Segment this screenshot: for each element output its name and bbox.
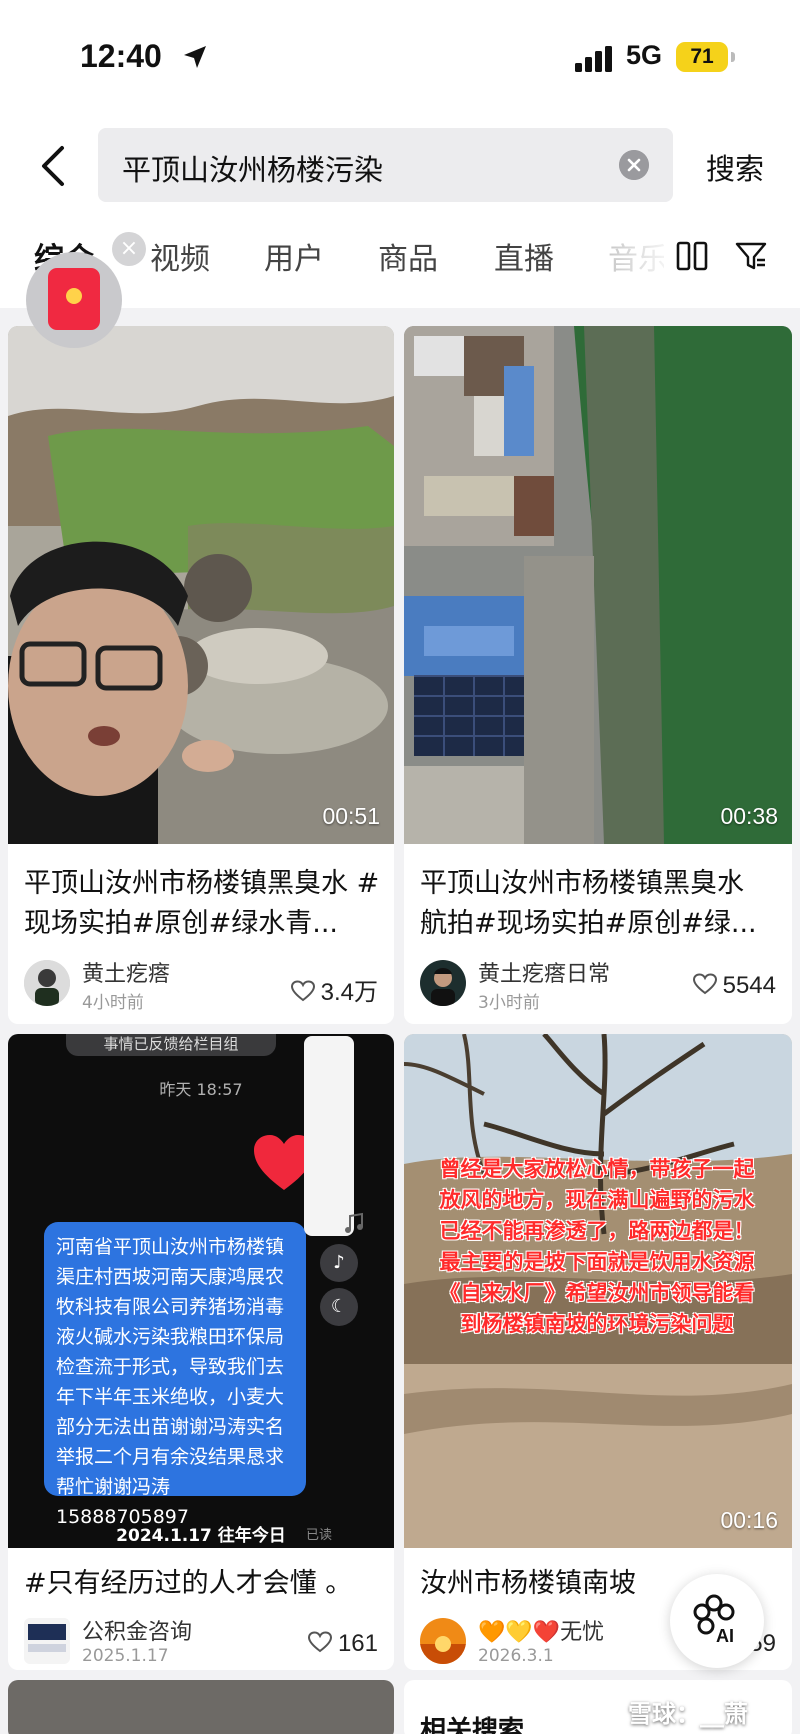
- side-panel: [304, 1036, 354, 1236]
- post-time: 3小时前: [478, 993, 540, 1013]
- tab-live[interactable]: 直播: [494, 234, 554, 278]
- video-thumbnail[interactable]: 00:38: [404, 326, 792, 844]
- chat-notice: 事情已反馈给栏目组: [66, 1034, 276, 1056]
- chat-footer: 2024.1.17 往年今日: [116, 1526, 286, 1546]
- post-time: 4小时前: [82, 993, 144, 1013]
- author-name[interactable]: 公积金咨询: [82, 1614, 192, 1646]
- like-count[interactable]: 5544: [692, 972, 776, 1000]
- heart-icon[interactable]: [692, 973, 717, 995]
- read-status: 已读: [305, 1528, 332, 1543]
- like-count-value: 5544: [722, 972, 776, 999]
- overlay-caption: 曾经是大家放松心情，带孩子一起放风的地方，现在满山遍野的污水已经不能再渗透了，路…: [439, 1157, 755, 1336]
- video-card[interactable]: 00:51 平顶山汝州市杨楼镇黑臭水 #现场实拍#原创#绿水青... 黄土疙瘩 …: [8, 326, 394, 1024]
- avatar[interactable]: [24, 960, 70, 1006]
- heart-icon[interactable]: [290, 980, 315, 1002]
- avatar[interactable]: [420, 1618, 466, 1664]
- image-thumbnail[interactable]: 事情已反馈给栏目组 昨天 18:57 河南省平顶山汝州市杨楼镇渠庄村西坡河南天康…: [8, 1034, 394, 1548]
- bell-icon: ♪: [320, 1244, 358, 1282]
- location-arrow-icon: [184, 46, 206, 68]
- red-packet-button[interactable]: [26, 252, 122, 348]
- watermark: 雪球：__萧: [628, 1700, 748, 1728]
- grid-layout-icon[interactable]: [676, 240, 708, 272]
- video-duration: 00:38: [720, 803, 778, 829]
- battery-cap: [731, 52, 735, 62]
- envelope-seal: [66, 288, 82, 304]
- like-count[interactable]: 161: [307, 1630, 378, 1658]
- tab-users[interactable]: 用户: [264, 234, 324, 278]
- video-card[interactable]: 事情已反馈给栏目组 昨天 18:57 河南省平顶山汝州市杨楼镇渠庄村西坡河南天康…: [8, 1034, 394, 1670]
- red-envelope-icon: [48, 268, 100, 330]
- heart-icon[interactable]: [307, 1631, 332, 1653]
- music-note-icon: [345, 1212, 363, 1233]
- video-card[interactable]: 曾经是大家放松心情，带孩子一起放风的地方，现在满山遍野的污水已经不能再渗透了，路…: [404, 1034, 792, 1670]
- filter-icon[interactable]: [735, 240, 767, 272]
- related-searches-title: 相关搜索: [420, 1716, 525, 1734]
- video-card[interactable]: 00:38 平顶山汝州市杨楼镇黑臭水 航拍#现场实拍#原创#绿... 黄土疙瘩日…: [404, 326, 792, 1024]
- video-duration: 00:16: [720, 1507, 778, 1533]
- clock: 12:40: [80, 38, 162, 74]
- signal-icon: [575, 46, 612, 72]
- card-title: #只有经历过的人才会懂 。: [24, 1568, 353, 1599]
- tab-video[interactable]: 视频: [150, 234, 210, 278]
- clear-icon[interactable]: [619, 150, 649, 180]
- battery-icon: 71: [676, 42, 728, 72]
- close-icon[interactable]: ×: [112, 232, 146, 266]
- thumbnail-image: [404, 326, 792, 844]
- back-arrow-icon[interactable]: [36, 142, 72, 190]
- thumbnail-image: [8, 326, 394, 844]
- search-button[interactable]: 搜索: [706, 146, 764, 188]
- post-time: 2026.3.1: [478, 1646, 554, 1666]
- tab-products[interactable]: 商品: [378, 234, 438, 278]
- chat-message: 河南省平顶山汝州市杨楼镇渠庄村西坡河南天康鸿展农牧科技有限公司养猪场消毒液火碱水…: [44, 1222, 306, 1528]
- author-name[interactable]: 🧡💛❤️无忧: [478, 1614, 604, 1646]
- moon-icon: ☾: [320, 1288, 358, 1326]
- card-title: 平顶山汝州市杨楼镇黑臭水 航拍#现场实拍#原创#绿...: [420, 868, 757, 939]
- network-type: 5G: [626, 40, 663, 70]
- video-thumbnail[interactable]: 曾经是大家放松心情，带孩子一起放风的地方，现在满山遍野的污水已经不能再渗透了，路…: [404, 1034, 792, 1548]
- tab-fade: [590, 210, 680, 308]
- video-card-partial[interactable]: [8, 1680, 394, 1734]
- avatar[interactable]: [24, 1618, 70, 1664]
- status-bar: 12:40 5G 71: [0, 0, 800, 110]
- like-count[interactable]: 3.4万: [290, 972, 378, 1007]
- search-input[interactable]: 平顶山汝州杨楼污染: [98, 128, 673, 202]
- post-time: 2025.1.17: [82, 1646, 169, 1666]
- search-header: 平顶山汝州杨楼污染 搜索: [0, 110, 800, 210]
- author-name[interactable]: 黄土疙瘩日常: [478, 956, 610, 988]
- ai-label: AI: [716, 1626, 734, 1646]
- avatar[interactable]: [420, 960, 466, 1006]
- search-query[interactable]: 平顶山汝州杨楼污染: [122, 147, 383, 189]
- video-thumbnail[interactable]: 00:51: [8, 326, 394, 844]
- like-count-value: 161: [337, 1630, 378, 1657]
- like-count-value: 3.4万: [320, 979, 378, 1006]
- video-duration: 00:51: [322, 803, 380, 829]
- ai-assistant-button[interactable]: AI: [670, 1574, 764, 1668]
- card-title: 平顶山汝州市杨楼镇黑臭水 #现场实拍#原创#绿水青...: [24, 868, 380, 939]
- author-name[interactable]: 黄土疙瘩: [82, 956, 170, 988]
